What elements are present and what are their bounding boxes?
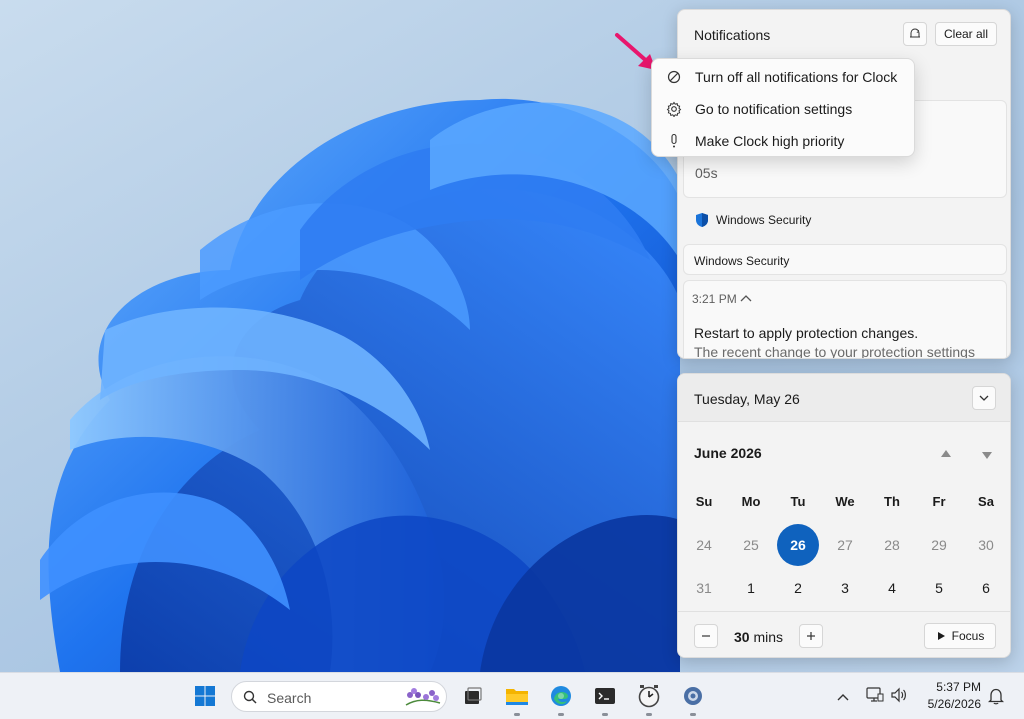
triangle-down-icon <box>982 452 992 459</box>
weekday-saturday: Sa <box>978 494 994 509</box>
network-icon[interactable] <box>866 687 884 708</box>
clock-app-icon[interactable] <box>636 683 662 709</box>
start-icon[interactable] <box>192 683 218 709</box>
menu-item-label: Turn off all notifications for Clock <box>695 69 898 85</box>
focus-minutes-value: 30 <box>734 629 750 645</box>
weekday-wednesday: We <box>835 494 855 509</box>
focus-duration: 30 mins <box>734 629 783 645</box>
bell-icon <box>987 688 1005 705</box>
block-icon <box>666 69 682 85</box>
svg-text:z: z <box>917 29 920 35</box>
task-view-icon[interactable] <box>460 683 486 709</box>
edge-icon[interactable] <box>548 683 574 709</box>
weekday-friday: Fr <box>932 494 946 509</box>
calendar-day[interactable]: 28 <box>872 537 912 553</box>
calendar-day[interactable]: 30 <box>966 537 1006 553</box>
calendar-day[interactable]: 24 <box>684 537 724 553</box>
menu-item-label: Make Clock high priority <box>695 133 845 149</box>
calendar-day[interactable]: 6 <box>966 580 1006 596</box>
security-notification-card[interactable]: 3:21 PM Restart to apply protection chan… <box>683 280 1007 359</box>
security-body: The recent change to your protection set… <box>694 344 975 359</box>
running-indicator <box>602 713 608 716</box>
decrease-minutes-button[interactable] <box>694 624 718 648</box>
notification-bell-button[interactable] <box>987 687 1005 710</box>
security-group-title: Windows Security <box>694 254 790 268</box>
calendar-day[interactable]: 29 <box>919 537 959 553</box>
running-indicator <box>646 713 652 716</box>
search-highlight-flowers-icon <box>405 688 441 706</box>
weekday-thursday: Th <box>884 494 900 509</box>
calendar-day[interactable]: 25 <box>731 537 771 553</box>
play-icon <box>937 632 945 640</box>
security-notification-time: 3:21 PM <box>692 292 737 306</box>
search-icon <box>243 690 257 704</box>
weekday-sunday: Su <box>695 494 713 509</box>
bell-snooze-icon: z <box>910 28 920 38</box>
focus-minutes-unit: mins <box>753 629 784 645</box>
chevron-up-icon[interactable] <box>740 293 752 303</box>
calendar-flyout: Tuesday, May 26 June 2026 Su Mo Tu We Th… <box>677 373 1011 658</box>
chevron-down-icon <box>979 395 989 401</box>
clock-notification-text: 05s <box>695 165 718 181</box>
security-headline: Restart to apply protection changes. <box>694 325 919 341</box>
volume-icon[interactable] <box>890 687 908 708</box>
focus-button-label: Focus <box>951 629 985 643</box>
calendar-day[interactable]: 1 <box>731 580 771 596</box>
calendar-day[interactable]: 27 <box>825 537 865 553</box>
calendar-day[interactable]: 4 <box>872 580 912 596</box>
notification-context-menu: Turn off all notifications for Clock Go … <box>651 58 915 157</box>
security-app-name: Windows Security <box>716 213 812 227</box>
minus-icon <box>702 635 710 637</box>
calendar-day[interactable]: 31 <box>684 580 724 596</box>
gear-icon <box>666 101 682 117</box>
shield-icon <box>694 212 710 228</box>
weekday-tuesday: Tu <box>790 494 806 509</box>
notifications-title: Notifications <box>694 27 771 43</box>
focus-start-button[interactable]: Focus <box>924 623 996 649</box>
clear-all-button[interactable]: Clear all <box>935 22 997 46</box>
collapse-calendar-button[interactable] <box>972 386 996 410</box>
running-indicator <box>690 713 696 716</box>
calendar-header: Tuesday, May 26 <box>678 374 1010 422</box>
calendar-month-label: June 2026 <box>694 445 762 461</box>
calendar-day[interactable]: 3 <box>825 580 865 596</box>
settings-icon[interactable] <box>680 683 706 709</box>
running-indicator <box>558 713 564 716</box>
chevron-up-icon <box>837 694 849 701</box>
search-placeholder: Search <box>267 690 312 706</box>
calendar-day[interactable]: 2 <box>778 580 818 596</box>
terminal-icon[interactable] <box>592 683 618 709</box>
calendar-day-selected[interactable]: 26 <box>778 537 818 553</box>
calendar-date-header: Tuesday, May 26 <box>694 391 800 407</box>
taskbar: Search 5:37 PM 5/26/2026 <box>0 672 1024 719</box>
menu-item-notification-settings[interactable]: Go to notification settings <box>652 94 914 124</box>
next-month-button[interactable] <box>981 447 993 465</box>
exclamation-icon <box>666 133 682 149</box>
calendar-day[interactable]: 5 <box>919 580 959 596</box>
previous-month-button[interactable] <box>940 446 952 464</box>
running-indicator <box>514 713 520 716</box>
security-group-header[interactable]: Windows Security <box>683 244 1007 275</box>
file-explorer-icon[interactable] <box>504 683 530 709</box>
menu-item-turn-off-notifications[interactable]: Turn off all notifications for Clock <box>652 62 914 92</box>
weekday-monday: Mo <box>741 494 761 509</box>
taskbar-time: 5:37 PM <box>936 680 981 694</box>
triangle-up-icon <box>941 450 951 457</box>
focus-session-bar: 30 mins Focus <box>678 611 1010 657</box>
menu-item-high-priority[interactable]: Make Clock high priority <box>652 126 914 156</box>
taskbar-date: 5/26/2026 <box>927 697 981 711</box>
show-hidden-icons-button[interactable] <box>836 689 850 707</box>
plus-icon <box>807 632 815 640</box>
clock-date-button[interactable]: 5:37 PM 5/26/2026 <box>918 677 984 715</box>
do-not-disturb-button[interactable]: z <box>903 22 927 46</box>
menu-item-label: Go to notification settings <box>695 101 853 117</box>
taskbar-search-box[interactable]: Search <box>231 681 447 712</box>
increase-minutes-button[interactable] <box>799 624 823 648</box>
